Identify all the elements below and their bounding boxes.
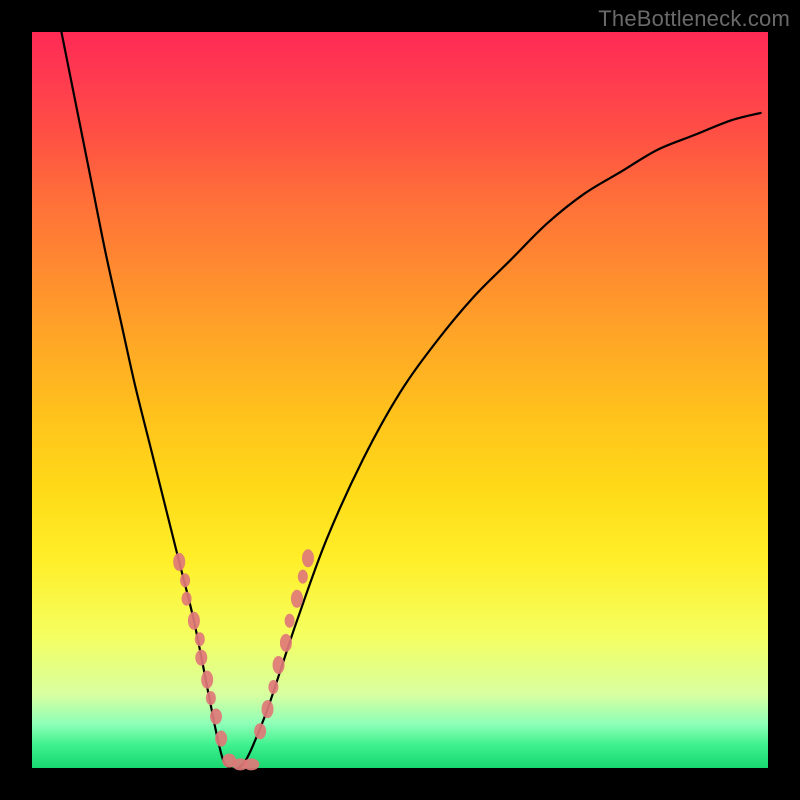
data-marker	[188, 612, 200, 630]
right-marker-cluster	[254, 549, 314, 739]
data-marker	[291, 590, 303, 608]
data-marker	[182, 592, 192, 606]
data-marker	[262, 700, 274, 718]
plot-area	[32, 32, 768, 768]
data-marker	[180, 573, 190, 587]
data-marker	[285, 614, 295, 628]
data-marker	[302, 549, 314, 567]
bottleneck-curve	[61, 32, 760, 769]
data-marker	[280, 634, 292, 652]
data-marker	[215, 731, 227, 747]
data-marker	[273, 656, 285, 674]
chart-frame: TheBottleneck.com	[0, 0, 800, 800]
curve-svg	[32, 32, 768, 768]
data-marker	[195, 650, 207, 666]
watermark-text: TheBottleneck.com	[598, 6, 790, 32]
data-marker	[254, 723, 266, 739]
data-marker	[206, 691, 216, 705]
data-marker	[243, 758, 259, 770]
data-marker	[201, 671, 213, 689]
left-marker-cluster	[173, 553, 259, 770]
data-marker	[195, 632, 205, 646]
data-marker	[268, 680, 278, 694]
data-marker	[210, 708, 222, 724]
data-marker	[298, 570, 308, 584]
data-marker	[173, 553, 185, 571]
